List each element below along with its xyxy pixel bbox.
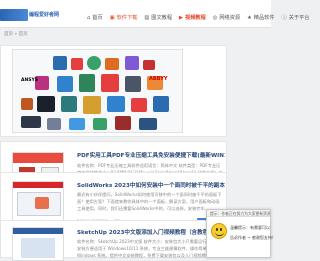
app-tile — [47, 118, 61, 130]
nav-label-software: 软件下载 — [116, 15, 138, 21]
post-thumbnail[interactable] — [12, 227, 64, 261]
app-tile — [105, 58, 119, 70]
nav-label-home: 首页 — [92, 15, 103, 21]
nav-label-tutorials: 图文教程 — [151, 15, 173, 21]
app-tile — [139, 118, 157, 130]
post-excerpt: 最近有小伙伴提问，SolidWorks如何使用可移中的一个面同时被千平的面板下面… — [77, 192, 222, 211]
abbyy-brand-label: ABBYY — [149, 76, 168, 82]
software-logo-collage: ABBYY ANSYS — [12, 49, 183, 133]
app-tile — [87, 56, 101, 70]
nav-label-about: 关于平台 — [288, 15, 310, 21]
popup-title: 提示：作者正在努力为大家更新资源... — [207, 210, 270, 217]
post-excerpt: 软件名称：SketchUp 2023中文版 软件大小：安装包大小只需要运行环境，… — [77, 239, 220, 258]
app-tile — [21, 116, 41, 128]
post-card-3: SketchUp 2023中文版添加入门视频教程（含教程） 软件名称：Sketc… — [0, 220, 227, 261]
info-icon: ⓘ — [281, 15, 287, 21]
nav-item-featured[interactable]: ★ 精品软件 — [247, 14, 275, 22]
post-title[interactable]: PDF实用工具PDF专业压缩工具免安装便捷下载(最新WIN11 — [77, 151, 225, 159]
popup-line-2: 告诉作者 ~ 感谢您支持！ — [230, 235, 276, 240]
app-tile — [71, 58, 83, 70]
app-tile — [115, 116, 131, 130]
site-header: 编程爱好者网 ⌂ 首页 ▣ 软件下载 ▤ 图文教程 ▶ 视频教程 ◎ 网络资源 … — [0, 0, 309, 28]
nav-label-featured: 精品软件 — [253, 15, 275, 21]
post-title[interactable]: SolidWorks 2023中如何安装中一个面同时被千平的副本？ — [77, 181, 225, 189]
app-tile — [131, 98, 147, 112]
post-thumbnail[interactable] — [12, 181, 64, 223]
app-tile — [107, 96, 125, 112]
app-tile — [101, 74, 119, 92]
app-tile — [143, 60, 155, 70]
nav-label-videos: 视频教程 — [185, 15, 206, 21]
app-tile — [83, 96, 101, 114]
nav-item-home[interactable]: ⌂ 首页 — [87, 14, 103, 22]
app-tile — [125, 56, 139, 70]
globe-icon: ◎ — [212, 14, 218, 21]
app-tile — [21, 98, 33, 110]
notification-popup[interactable]: 提示：作者正在努力为大家更新资源... 温馨提示：有需要可以 告诉作者 ~ 感谢… — [206, 209, 276, 258]
nav-item-about[interactable]: ⓘ 关于平台 — [282, 14, 310, 21]
smiley-icon — [211, 223, 227, 239]
home-icon: ⌂ — [87, 14, 91, 21]
popup-line-1: 温馨提示：有需要可以 — [230, 225, 270, 230]
download-icon: ▣ — [109, 14, 115, 21]
site-logo-text[interactable]: 编程爱好者网 — [29, 11, 59, 18]
app-tile — [57, 76, 73, 92]
breadcrumb: 首页 » 首页 — [4, 32, 28, 37]
app-tile — [125, 76, 141, 92]
nav-label-resources: 网络资源 — [219, 15, 241, 21]
star-icon: ★ — [247, 14, 252, 21]
app-tile — [93, 118, 107, 130]
app-tile — [53, 56, 67, 70]
app-tile — [69, 118, 85, 130]
site-logo[interactable] — [0, 9, 28, 21]
software-banner[interactable]: ABBYY ANSYS — [0, 45, 227, 137]
nav-item-videos[interactable]: ▶ 视频教程 — [179, 14, 206, 22]
app-tile — [153, 96, 169, 112]
nav-item-software[interactable]: ▣ 软件下载 — [109, 14, 138, 22]
nav-item-resources[interactable]: ◎ 网络资源 — [212, 14, 241, 22]
video-icon: ▶ — [179, 14, 184, 21]
app-tile — [37, 96, 55, 112]
main-nav: ⌂ 首页 ▣ 软件下载 ▤ 图文教程 ▶ 视频教程 ◎ 网络资源 ★ 精品软件 … — [87, 14, 310, 22]
nav-item-tutorials[interactable]: ▤ 图文教程 — [144, 14, 173, 22]
app-tile — [79, 74, 95, 92]
post-title[interactable]: SketchUp 2023中文版添加入门视频教程（含教程） — [77, 228, 225, 236]
app-tile — [61, 96, 77, 112]
book-icon: ▤ — [144, 14, 150, 21]
ansys-brand-label: ANSYS — [21, 78, 38, 83]
